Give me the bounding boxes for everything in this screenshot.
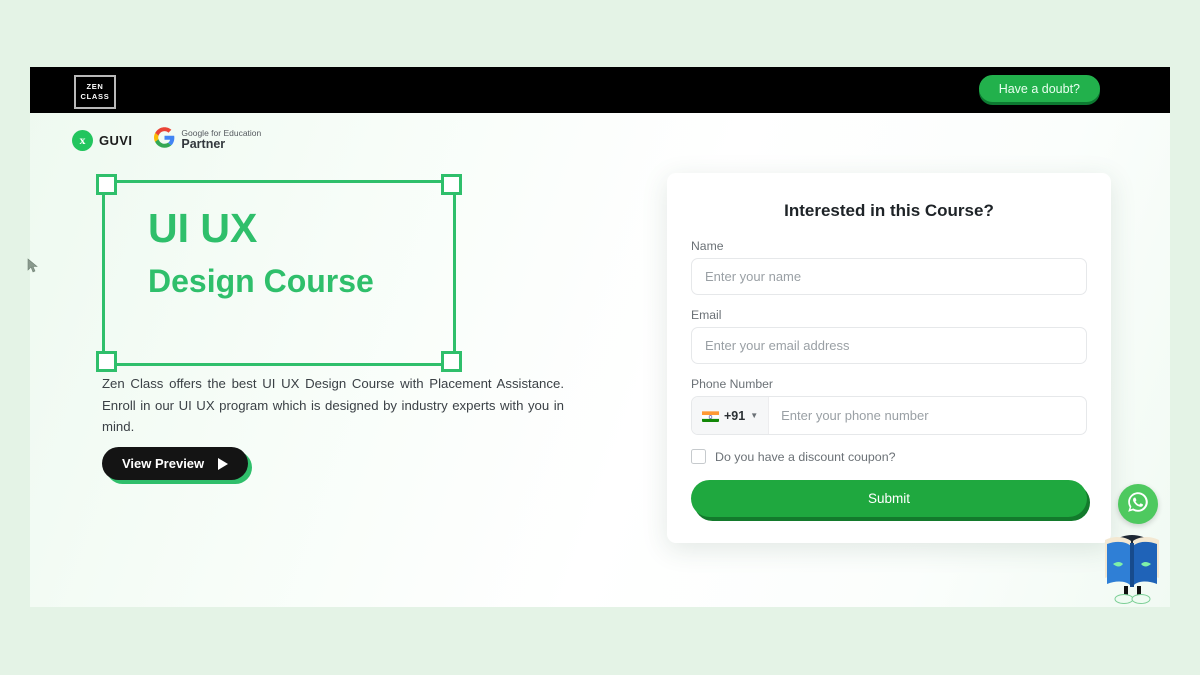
hero-description: Zen Class offers the best UI UX Design C… <box>102 376 564 434</box>
google-for-education-badge: Google for Education Partner <box>154 127 261 153</box>
frame-handle-top-right <box>441 174 462 195</box>
submit-button[interactable]: Submit <box>691 480 1087 517</box>
form-title: Interested in this Course? <box>784 201 994 220</box>
guvi-logo-icon: x <box>72 129 93 151</box>
email-label: Email <box>691 308 722 322</box>
enquiry-form-card: Interested in this Course? Name Email Ph… <box>667 173 1111 543</box>
zen-class-logo[interactable]: ZEN CLASS <box>74 75 116 109</box>
name-field-group: Name <box>691 239 1087 295</box>
phone-input[interactable] <box>769 397 1086 434</box>
google-badge-line-2: Partner <box>181 136 226 151</box>
discount-coupon-checkbox[interactable] <box>691 449 706 464</box>
play-icon <box>218 457 229 470</box>
discount-coupon-row: Do you have a discount coupon? <box>691 449 1087 464</box>
preview-button-wrap: View Preview <box>102 447 249 480</box>
screenshot-stage: ZEN CLASS Have a doubt? x GUVI Google fo… <box>0 0 1200 675</box>
india-flag-icon <box>702 410 719 422</box>
book-mascot-character[interactable] <box>1093 524 1171 604</box>
page-content: ZEN CLASS Have a doubt? x GUVI Google fo… <box>30 67 1170 607</box>
guvi-badge: x GUVI <box>72 129 133 151</box>
whatsapp-icon <box>1126 490 1150 519</box>
view-preview-label: View Preview <box>122 456 205 471</box>
frame-handle-bottom-left <box>96 351 117 372</box>
email-input[interactable] <box>691 327 1087 364</box>
google-badge-text: Google for Education Partner <box>181 129 261 151</box>
guvi-label: GUVI <box>99 132 133 148</box>
discount-coupon-label: Do you have a discount coupon? <box>715 449 896 464</box>
phone-label: Phone Number <box>691 377 773 391</box>
logo-line-1: ZEN <box>86 82 104 91</box>
whatsapp-button[interactable] <box>1118 484 1158 524</box>
country-code-value: +91 <box>724 408 746 423</box>
logo-line-2: CLASS <box>80 92 110 101</box>
name-label: Name <box>691 239 724 253</box>
have-a-doubt-button[interactable]: Have a doubt? <box>978 75 1100 102</box>
frame-handle-top-left <box>96 174 117 195</box>
country-code-selector[interactable]: +91 ▼ <box>692 397 770 434</box>
hero-title-line-1: UI UX <box>148 205 258 251</box>
view-preview-button[interactable]: View Preview <box>102 447 249 480</box>
top-navigation-bar: ZEN CLASS Have a doubt? <box>30 67 1170 113</box>
phone-input-row: +91 ▼ <box>691 396 1087 435</box>
google-g-icon <box>154 127 175 153</box>
partner-badges: x GUVI Google for Education Partner <box>72 125 592 155</box>
phone-field-group: Phone Number +91 ▼ <box>691 377 1087 435</box>
email-field-group: Email <box>691 308 1087 364</box>
hero-title-line-2: Design Course <box>148 263 374 299</box>
mouse-cursor <box>27 258 39 274</box>
name-input[interactable] <box>691 258 1087 295</box>
frame-handle-bottom-right <box>441 351 462 372</box>
hero-left-column: x GUVI Google for Education Partner UI U… <box>72 125 592 480</box>
chevron-down-icon: ▼ <box>750 411 759 420</box>
